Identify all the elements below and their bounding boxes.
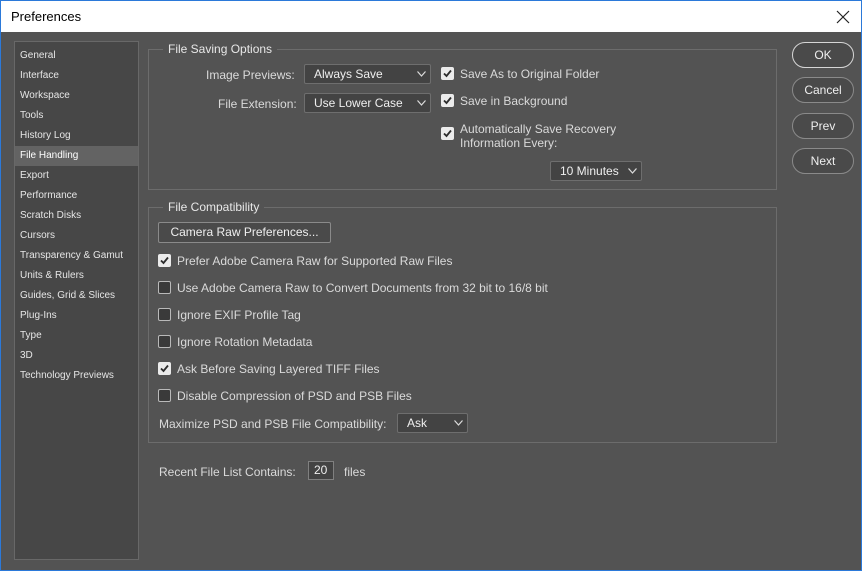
sidebar-item-export[interactable]: Export — [15, 166, 138, 186]
convert-32bit-checkbox[interactable] — [158, 281, 171, 294]
prefer-camera-raw-checkbox[interactable] — [158, 254, 171, 267]
save-as-original-label: Save As to Original Folder — [460, 67, 600, 81]
disable-compression-checkbox[interactable] — [158, 389, 171, 402]
chevron-down-icon — [417, 71, 426, 77]
ignore-exif-checkbox[interactable] — [158, 308, 171, 321]
prev-button[interactable]: Prev — [792, 113, 854, 139]
file-extension-label: File Extension: — [218, 97, 297, 111]
image-previews-dropdown[interactable]: Always Save — [304, 64, 431, 84]
sidebar-item-cursors[interactable]: Cursors — [15, 226, 138, 246]
maximize-compatibility-label: Maximize PSD and PSB File Compatibility: — [159, 417, 387, 431]
next-button[interactable]: Next — [792, 148, 854, 174]
sidebar-item-technology-previews[interactable]: Technology Previews — [15, 366, 138, 386]
recent-file-count-input[interactable]: 20 — [308, 461, 334, 480]
checkmark-icon — [160, 364, 169, 373]
file-extension-value: Use Lower Case — [314, 96, 403, 110]
sidebar-item-general[interactable]: General — [15, 46, 138, 66]
auto-save-recovery-label-line2: Information Every: — [460, 136, 558, 150]
recent-file-list-label: Recent File List Contains: — [159, 465, 296, 479]
auto-save-recovery-checkbox[interactable] — [441, 127, 454, 140]
save-in-background-checkbox[interactable] — [441, 94, 454, 107]
save-as-original-checkbox[interactable] — [441, 67, 454, 80]
sidebar-item-performance[interactable]: Performance — [15, 186, 138, 206]
recent-files-suffix: files — [344, 465, 366, 479]
sidebar-item-scratch-disks[interactable]: Scratch Disks — [15, 206, 138, 226]
sidebar-item-workspace[interactable]: Workspace — [15, 86, 138, 106]
chevron-down-icon — [628, 168, 637, 174]
cancel-button[interactable]: Cancel — [792, 77, 854, 103]
checkmark-icon — [443, 69, 452, 78]
ask-layered-tiff-label: Ask Before Saving Layered TIFF Files — [177, 362, 380, 376]
sidebar-item-guides-grid-slices[interactable]: Guides, Grid & Slices — [15, 286, 138, 306]
maximize-compatibility-value: Ask — [407, 416, 428, 430]
sidebar-item-file-handling[interactable]: File Handling — [15, 146, 138, 166]
ignore-rotation-checkbox[interactable] — [158, 335, 171, 348]
maximize-compatibility-dropdown[interactable]: Ask — [397, 413, 468, 433]
sidebar-item-3d[interactable]: 3D — [15, 346, 138, 366]
chevron-down-icon — [454, 420, 463, 426]
image-previews-value: Always Save — [314, 67, 383, 81]
window-title: Preferences — [11, 9, 82, 24]
sidebar-item-units-rulers[interactable]: Units & Rulers — [15, 266, 138, 286]
image-previews-label: Image Previews: — [206, 68, 295, 82]
sidebar-item-tools[interactable]: Tools — [15, 106, 138, 126]
title-bar: Preferences — [0, 0, 862, 32]
checkmark-icon — [443, 129, 452, 138]
save-in-background-label: Save in Background — [460, 94, 568, 108]
sidebar-item-type[interactable]: Type — [15, 326, 138, 346]
preferences-sidebar: General Interface Workspace Tools Histor… — [14, 41, 139, 560]
file-compatibility-title: File Compatibility — [163, 199, 265, 215]
camera-raw-preferences-button[interactable]: Camera Raw Preferences... — [158, 222, 331, 243]
close-icon[interactable] — [831, 5, 855, 29]
sidebar-item-plug-ins[interactable]: Plug-Ins — [15, 306, 138, 326]
prefer-camera-raw-label: Prefer Adobe Camera Raw for Supported Ra… — [177, 254, 453, 268]
recovery-interval-value: 10 Minutes — [560, 164, 619, 178]
sidebar-item-interface[interactable]: Interface — [15, 66, 138, 86]
file-extension-dropdown[interactable]: Use Lower Case — [304, 93, 431, 113]
dialog-body: General Interface Workspace Tools Histor… — [0, 32, 862, 571]
chevron-down-icon — [417, 100, 426, 106]
sidebar-item-transparency-gamut[interactable]: Transparency & Gamut — [15, 246, 138, 266]
checkmark-icon — [443, 96, 452, 105]
sidebar-item-history-log[interactable]: History Log — [15, 126, 138, 146]
disable-compression-label: Disable Compression of PSD and PSB Files — [177, 389, 412, 403]
checkmark-icon — [160, 256, 169, 265]
recovery-interval-dropdown[interactable]: 10 Minutes — [550, 161, 642, 181]
convert-32bit-label: Use Adobe Camera Raw to Convert Document… — [177, 281, 548, 295]
ignore-rotation-label: Ignore Rotation Metadata — [177, 335, 313, 349]
ignore-exif-label: Ignore EXIF Profile Tag — [177, 308, 301, 322]
ok-button[interactable]: OK — [792, 42, 854, 68]
file-saving-options-title: File Saving Options — [163, 41, 278, 57]
ask-layered-tiff-checkbox[interactable] — [158, 362, 171, 375]
